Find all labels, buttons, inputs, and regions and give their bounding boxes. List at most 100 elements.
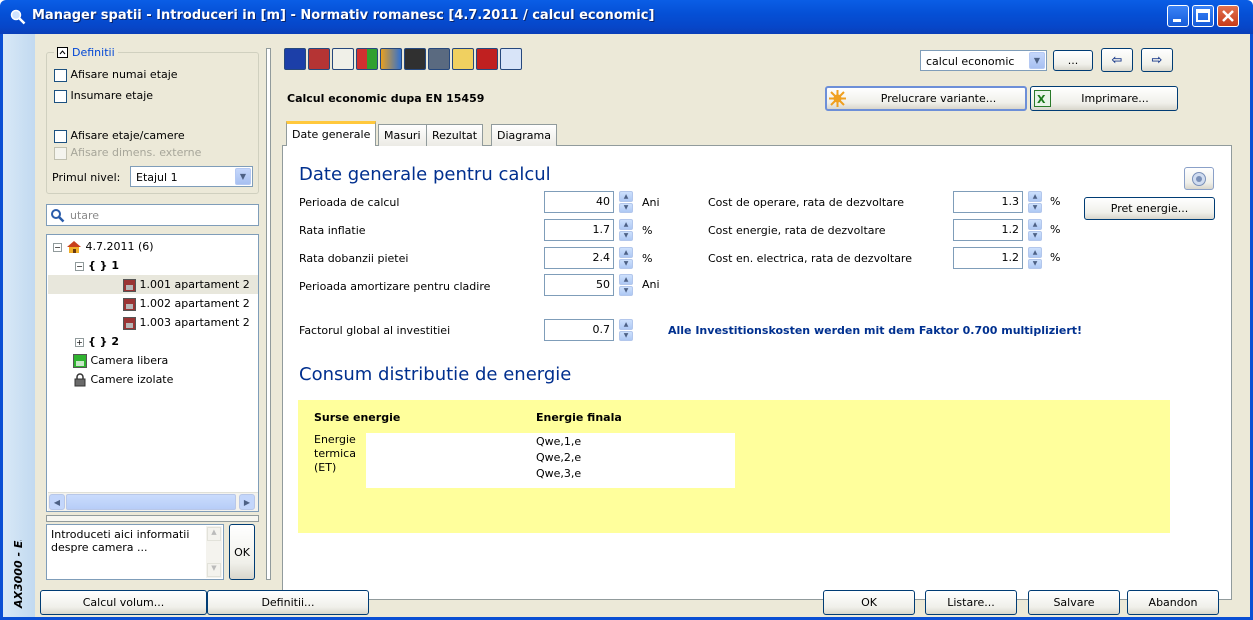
check-afisare-etaje-camere[interactable]: Afisare etaje/camere: [54, 129, 185, 143]
tree-hscrollbar[interactable]: ◀ ▶: [48, 492, 258, 511]
add-cross-icon[interactable]: [308, 48, 330, 70]
spin-up-icon[interactable]: ▲: [619, 319, 633, 330]
salvare-button[interactable]: Salvare: [1028, 590, 1120, 615]
cost-energie-input[interactable]: 1.2: [953, 219, 1023, 241]
spin-down-icon[interactable]: ▼: [619, 202, 633, 213]
tree-node-floor-1[interactable]: −{ } 1: [75, 256, 119, 275]
more-options-button[interactable]: ...: [1053, 50, 1093, 71]
maximize-button[interactable]: [1192, 5, 1214, 27]
pret-energie-button[interactable]: Pret energie...: [1084, 197, 1215, 220]
tree-node-floor-2[interactable]: + { } 2: [75, 332, 119, 351]
rata-inflatie-spinner[interactable]: ▲ ▼: [619, 219, 633, 241]
help-button[interactable]: [1184, 167, 1214, 190]
panel-splitter[interactable]: [266, 48, 271, 580]
tree-node-camere-izolate[interactable]: Camere izolate: [73, 370, 173, 389]
checkbox[interactable]: [54, 89, 67, 103]
ok-button[interactable]: OK: [823, 590, 915, 615]
perioada-amortizare-spinner[interactable]: ▲ ▼: [619, 274, 633, 296]
building-icon[interactable]: [404, 48, 426, 70]
tree-node-room-1003[interactable]: 1.003 apartament 2: [123, 313, 250, 332]
spin-up-icon[interactable]: ▲: [1028, 219, 1042, 230]
spin-up-icon[interactable]: ▲: [619, 247, 633, 258]
room-info-textarea[interactable]: Introduceti aici informatii despre camer…: [46, 524, 224, 580]
checkbox[interactable]: [54, 68, 67, 82]
info-ok-button[interactable]: OK: [229, 524, 255, 580]
chevron-down-icon[interactable]: ▼: [1029, 52, 1045, 69]
check-insumare-etaje[interactable]: Insumare etaje: [54, 89, 153, 103]
spin-up-icon[interactable]: ▲: [619, 274, 633, 285]
cost-electrica-input[interactable]: 1.2: [953, 247, 1023, 269]
mode-select[interactable]: calcul economic ▼: [920, 50, 1047, 71]
close-button[interactable]: [1217, 5, 1239, 27]
calcul-volum-button[interactable]: Calcul volum...: [40, 590, 207, 615]
expander-icon[interactable]: +: [75, 337, 84, 347]
colors-icon[interactable]: [356, 48, 378, 70]
spin-down-icon[interactable]: ▼: [1028, 230, 1042, 241]
check-afisare-etaje[interactable]: Afisare numai etaje: [54, 68, 178, 82]
info-scrollbar[interactable]: ▲ ▼: [206, 526, 222, 578]
scroll-left-icon[interactable]: ◀: [49, 494, 65, 510]
tab-diagrama[interactable]: Diagrama: [491, 124, 557, 146]
room-tree[interactable]: − 4.7.2011 (6) −{ } 1 1.001 apartament 2…: [46, 234, 259, 512]
listare-button[interactable]: Listare...: [925, 590, 1017, 615]
tab-rezultat[interactable]: Rezultat: [426, 124, 484, 146]
scroll-thumb[interactable]: [66, 494, 236, 510]
abandon-button[interactable]: Abandon: [1127, 590, 1219, 615]
expander-icon[interactable]: −: [75, 261, 84, 271]
definitii-button[interactable]: Definitii...: [207, 590, 369, 615]
perioada-calcul-spinner[interactable]: ▲ ▼: [619, 191, 633, 213]
rata-inflatie-input[interactable]: 1.7: [544, 219, 614, 241]
minimize-button[interactable]: [1167, 5, 1189, 27]
prelucrare-variante-button[interactable]: Prelucrare variante...: [825, 86, 1027, 111]
window-icon[interactable]: [500, 48, 522, 70]
tree-node-room-1002[interactable]: 1.002 apartament 2: [123, 294, 250, 313]
export-arrow-button[interactable]: ⇨: [1141, 48, 1173, 72]
spin-up-icon[interactable]: ▲: [1028, 247, 1042, 258]
bar-chart-icon[interactable]: [380, 48, 402, 70]
checkbox[interactable]: [54, 146, 67, 160]
document-icon[interactable]: [332, 48, 354, 70]
rata-dobanzii-input[interactable]: 2.4: [544, 247, 614, 269]
tree-node-room-1001[interactable]: 1.001 apartament 2: [123, 275, 250, 294]
spin-down-icon[interactable]: ▼: [1028, 258, 1042, 269]
tree-node-camera-libera[interactable]: Camera libera: [73, 351, 168, 370]
cost-operare-input[interactable]: 1.3: [953, 191, 1023, 213]
checkbox[interactable]: [54, 129, 67, 143]
imprimare-button[interactable]: X Imprimare...: [1030, 86, 1178, 111]
perioada-calcul-input[interactable]: 40: [544, 191, 614, 213]
rata-dobanzii-spinner[interactable]: ▲ ▼: [619, 247, 633, 269]
spin-down-icon[interactable]: ▼: [619, 258, 633, 269]
folder-icon[interactable]: [452, 48, 474, 70]
cost-energie-spinner[interactable]: ▲ ▼: [1028, 219, 1042, 241]
spin-up-icon[interactable]: ▲: [619, 191, 633, 202]
factor-spinner[interactable]: ▲ ▼: [619, 319, 633, 341]
scroll-up-icon[interactable]: ▲: [207, 527, 221, 541]
spin-up-icon[interactable]: ▲: [619, 219, 633, 230]
spin-down-icon[interactable]: ▼: [619, 230, 633, 241]
globe-icon[interactable]: [284, 48, 306, 70]
tree-node-root[interactable]: − 4.7.2011 (6): [53, 237, 154, 256]
search-input[interactable]: utare: [46, 204, 259, 226]
scroll-right-icon[interactable]: ▶: [239, 494, 255, 510]
spin-down-icon[interactable]: ▼: [619, 285, 633, 296]
first-level-select[interactable]: Etajul 1 ▼: [130, 166, 253, 187]
tab-date-generale[interactable]: Date generale: [286, 121, 377, 146]
splitter[interactable]: [46, 515, 259, 522]
spin-up-icon[interactable]: ▲: [1028, 191, 1042, 202]
spin-down-icon[interactable]: ▼: [1028, 202, 1042, 213]
texture-icon[interactable]: [428, 48, 450, 70]
cost-operare-spinner[interactable]: ▲ ▼: [1028, 191, 1042, 213]
tab-masuri[interactable]: Masuri: [378, 124, 427, 146]
scroll-down-icon[interactable]: ▼: [207, 563, 221, 577]
factor-input[interactable]: 0.7: [544, 319, 614, 341]
perioada-amortizare-input[interactable]: 50: [544, 274, 614, 296]
import-arrow-button[interactable]: ⇦: [1101, 48, 1133, 72]
pdf-icon[interactable]: [476, 48, 498, 70]
expander-icon[interactable]: −: [53, 242, 62, 252]
chevron-down-icon[interactable]: ▼: [235, 168, 251, 185]
cost-operare-label: Cost de operare, rata de dezvoltare: [708, 196, 904, 209]
check-afisare-dimens[interactable]: Afisare dimens. externe: [54, 146, 201, 160]
definitii-group-header[interactable]: Definitii: [54, 46, 118, 59]
spin-down-icon[interactable]: ▼: [619, 330, 633, 341]
cost-electrica-spinner[interactable]: ▲ ▼: [1028, 247, 1042, 269]
